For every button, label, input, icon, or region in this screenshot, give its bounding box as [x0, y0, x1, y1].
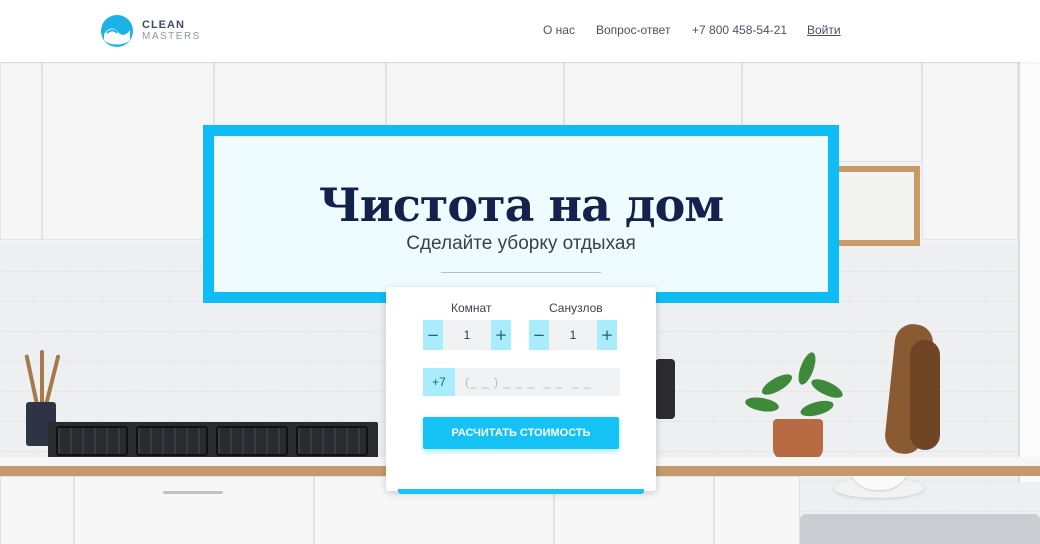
bathrooms-increment-button[interactable]: + [597, 320, 617, 350]
utensil [40, 350, 44, 408]
stove-grate [56, 426, 128, 456]
card-accent-bar [398, 489, 644, 494]
upper-cabinet [0, 62, 42, 240]
cabinet-handle [163, 491, 223, 494]
rooms-value[interactable]: 1 [443, 320, 491, 350]
hero-title: Чистота на дом [318, 178, 724, 232]
stove-grate [136, 426, 208, 456]
mug [655, 359, 675, 419]
calculate-price-button[interactable]: РАСЧИТАТЬ СТОИМОСТЬ [423, 417, 619, 449]
plant-pot [773, 419, 823, 459]
phone-field: +7 [423, 368, 620, 396]
rooms-increment-button[interactable]: + [491, 320, 511, 350]
nav-about-link[interactable]: О нас [543, 23, 575, 37]
lower-cabinet [714, 476, 800, 544]
nav-login-link[interactable]: Войти [807, 23, 841, 37]
window [1018, 62, 1040, 482]
upper-cabinet [42, 62, 214, 240]
upper-cabinet [922, 62, 1018, 240]
stove-grate [296, 426, 368, 456]
rooms-stepper: − 1 + [423, 320, 511, 350]
phone-country-code: +7 [423, 368, 455, 396]
lower-cabinet [74, 476, 314, 544]
open-shelf [838, 166, 920, 246]
nav-faq-link[interactable]: Вопрос-ответ [596, 23, 670, 37]
site-header: CLEAN MASTERS О нас Вопрос-ответ +7 800 … [0, 0, 1040, 62]
lower-cabinet [0, 476, 74, 544]
hero-divider [441, 272, 601, 273]
rooms-label: Комнат [451, 301, 492, 315]
sink [800, 514, 1040, 544]
bathrooms-decrement-button[interactable]: − [529, 320, 549, 350]
rooms-decrement-button[interactable]: − [423, 320, 443, 350]
main-nav: О нас Вопрос-ответ +7 800 458-54-21 Войт… [0, 23, 1040, 41]
stove-grate [216, 426, 288, 456]
price-calculator-card: Комнат − 1 + Санузлов − 1 + +7 РАСЧИТАТЬ… [386, 287, 656, 491]
bathrooms-stepper: − 1 + [529, 320, 617, 350]
hero-banner: Чистота на дом Сделайте уборку отдыхая [203, 125, 839, 303]
hero-subtitle: Сделайте уборку отдыхая [406, 233, 636, 254]
bathrooms-value[interactable]: 1 [549, 320, 597, 350]
phone-input[interactable] [455, 368, 620, 396]
cutting-board [910, 340, 940, 450]
hero-panel: Чистота на дом Сделайте уборку отдыхая [214, 136, 828, 292]
gas-stove [48, 422, 378, 462]
nav-phone-link[interactable]: +7 800 458-54-21 [692, 23, 787, 37]
bathrooms-label: Санузлов [549, 301, 603, 315]
